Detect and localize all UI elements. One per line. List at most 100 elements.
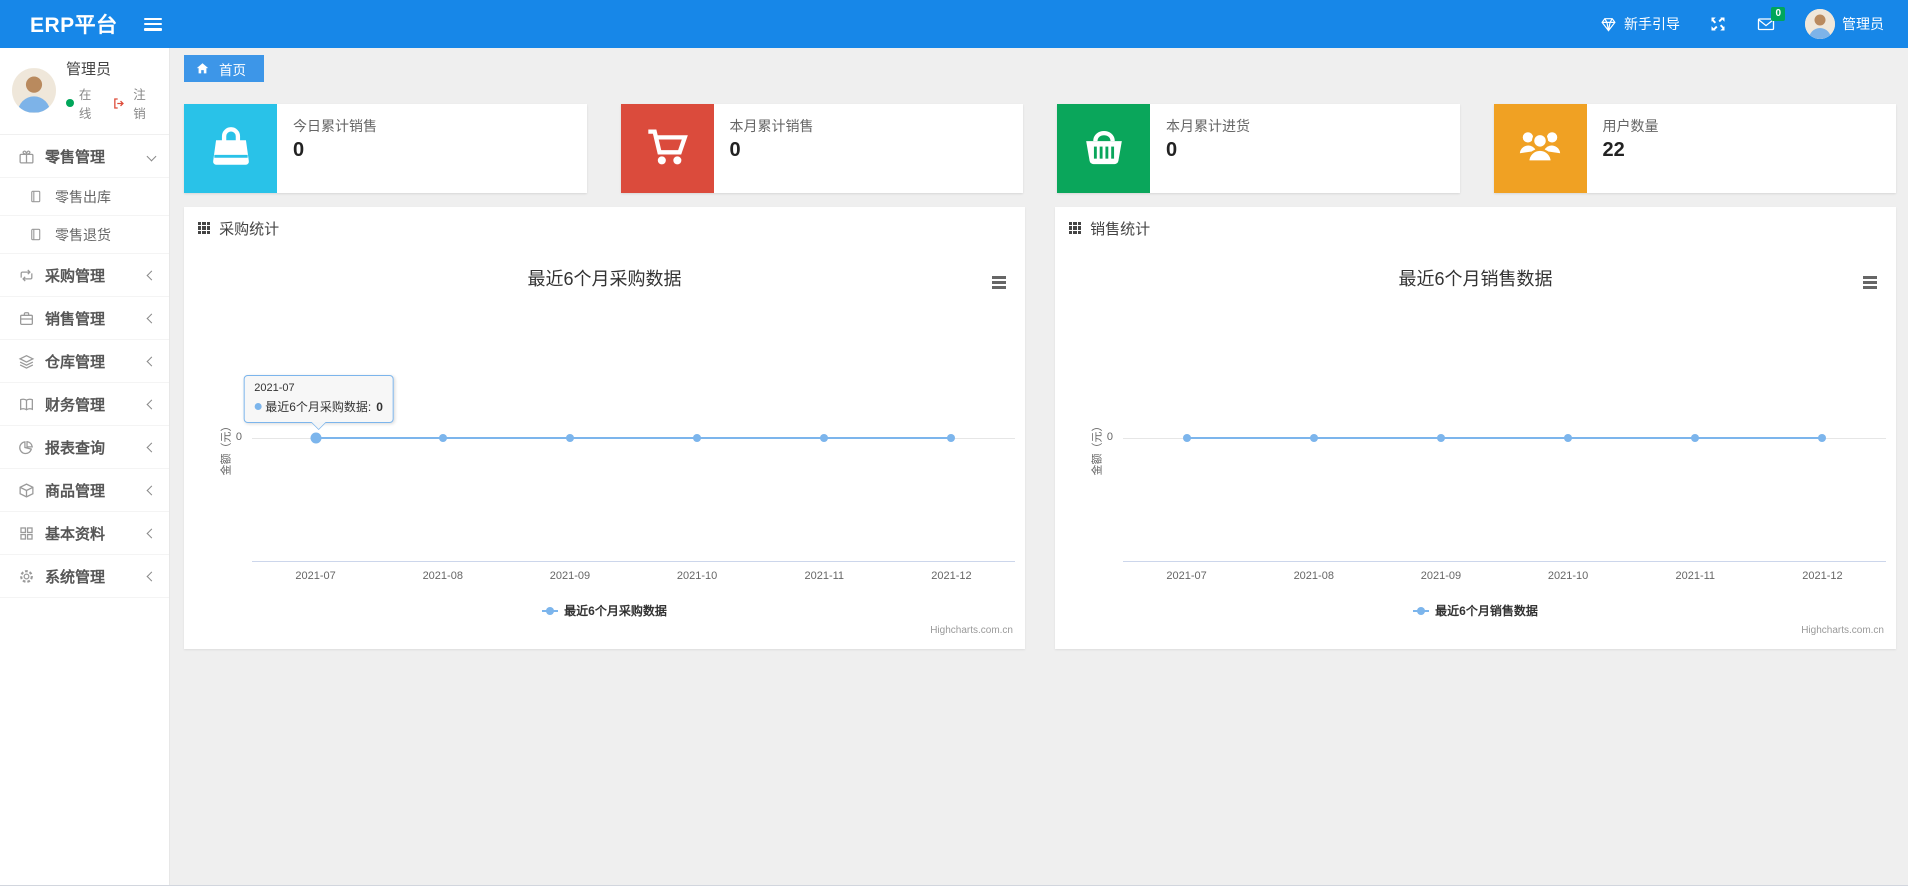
series-marker[interactable]	[947, 434, 956, 442]
gear-icon	[18, 568, 35, 585]
x-tick-label: 2021-09	[1420, 570, 1462, 582]
gift-icon	[18, 148, 35, 165]
y-axis-title: 金额（元）	[220, 420, 233, 476]
sidebar-item-label: 销售管理	[45, 310, 106, 328]
chart-context-menu-icon[interactable]	[1860, 273, 1880, 292]
x-tick-label: 2021-08	[1293, 570, 1334, 582]
x-tick-label: 2021-07	[295, 570, 336, 582]
chart-title: 最近6个月采购数据	[527, 269, 682, 289]
stat-value: 0	[1166, 139, 1178, 161]
shopping-bag-icon	[208, 123, 254, 174]
logout-icon	[112, 97, 129, 110]
series-marker[interactable]	[1564, 434, 1573, 442]
sidebar-item-label: 基本资料	[45, 525, 106, 543]
stat-label: 本月累计销售	[729, 118, 814, 134]
sales-stats-panel: 销售统计 最近6个月销售数据 金额（元） 0 2021-07 2021-08 202…	[1055, 207, 1896, 649]
series-marker[interactable]	[1436, 434, 1445, 442]
app-logo[interactable]: ERP平台	[0, 9, 144, 39]
logout-button[interactable]: 注销	[112, 84, 157, 122]
chart-tooltip: 2021-07 最近6个月采购数据: 0	[243, 375, 394, 430]
stat-card-today-sales[interactable]: 今日累计销售 0	[184, 104, 587, 193]
x-tick-label: 2021-10	[1547, 570, 1589, 582]
panel-title: 销售统计	[1090, 220, 1151, 238]
charts-row: 采购统计 最近6个月采购数据 金额（元） 0 2021-07 2021-08 202…	[184, 207, 1896, 649]
series-marker[interactable]	[565, 434, 574, 442]
series-marker[interactable]	[1182, 434, 1191, 442]
series-marker[interactable]	[1691, 434, 1700, 442]
chart-context-menu-icon[interactable]	[989, 273, 1009, 292]
sidebar-item-goods[interactable]: 商品管理	[0, 469, 169, 512]
chevron-left-icon	[146, 528, 157, 538]
purchase-stats-panel: 采购统计 最近6个月采购数据 金额（元） 0 2021-07 2021-08 202…	[184, 207, 1025, 649]
sidebar-item-system[interactable]: 系统管理	[0, 555, 169, 598]
tab-bar: 首页	[184, 55, 1896, 82]
sidebar-item-label: 零售管理	[45, 148, 106, 166]
sidebar-item-label: 仓库管理	[45, 353, 106, 371]
x-tick-label: 2021-12	[1802, 570, 1843, 582]
x-tick-label: 2021-09	[549, 570, 591, 582]
tab-home[interactable]: 首页	[184, 55, 264, 82]
legend-item[interactable]: 最近6个月采购数据	[184, 602, 1025, 619]
series-marker[interactable]	[820, 434, 829, 442]
legend-item[interactable]: 最近6个月销售数据	[1055, 602, 1896, 619]
sidebar-username: 管理员	[66, 61, 112, 78]
fullscreen-button[interactable]	[1710, 16, 1727, 32]
guide-label: 新手引导	[1624, 16, 1680, 32]
stat-card-month-purchase[interactable]: 本月累计进货 0	[1057, 104, 1460, 193]
x-tick-label: 2021-10	[676, 570, 718, 582]
x-axis-labels: 2021-07 2021-08 2021-09 2021-10 2021-11 2021-…	[1123, 570, 1886, 584]
highcharts-credits[interactable]: Highcharts.com.cn	[1801, 625, 1884, 636]
sidebar-menu: 零售管理 零售出库 零售退货 采购管理 销售管理 仓库管理 财务管理 报表查询 …	[0, 135, 169, 598]
sales-chart: 最近6个月销售数据 金额（元） 0 2021-07 2021-08 2021-09 2…	[1055, 249, 1896, 649]
sidebar-item-label: 零售出库	[55, 188, 111, 205]
series-marker[interactable]	[310, 432, 322, 444]
purchase-chart: 最近6个月采购数据 金额（元） 0 2021-07 2021-08 2021-09 2…	[184, 249, 1025, 649]
series-marker[interactable]	[438, 434, 447, 442]
series-marker[interactable]	[1309, 434, 1318, 442]
sidebar-item-purchase[interactable]: 采购管理	[0, 254, 169, 297]
x-tick-label: 2021-11	[1675, 570, 1716, 582]
sidebar-user-panel: 管理员 在线 注销	[0, 48, 169, 135]
series-marker[interactable]	[1818, 434, 1827, 442]
x-tick-label: 2021-11	[804, 570, 845, 582]
chevron-left-icon	[146, 270, 157, 280]
chevron-left-icon	[146, 356, 157, 366]
sidebar-item-retail[interactable]: 零售管理	[0, 135, 169, 178]
sidebar: 管理员 在线 注销 零售管理 零售出库 零售退货 采购管理 销售管理 仓库管理 …	[0, 48, 170, 885]
legend-label: 最近6个月销售数据	[1435, 604, 1538, 618]
sidebar-toggle-icon[interactable]	[143, 17, 162, 31]
highcharts-credits[interactable]: Highcharts.com.cn	[930, 625, 1013, 636]
series-line	[1186, 437, 1823, 439]
cart-icon	[644, 123, 690, 174]
plot-area: 0 2021-07 2021-08 2021-09 2021-10 2021-11 202…	[1107, 309, 1886, 582]
series-marker[interactable]	[693, 434, 702, 442]
user-menu[interactable]: 管理员	[1805, 9, 1884, 39]
stat-label: 本月累计进货	[1166, 118, 1250, 134]
tooltip-date: 2021-07	[254, 382, 295, 394]
sidebar-item-sales[interactable]: 销售管理	[0, 297, 169, 340]
sidebar-item-finance[interactable]: 财务管理	[0, 383, 169, 426]
layers-icon	[18, 353, 35, 370]
sidebar-item-warehouse[interactable]: 仓库管理	[0, 340, 169, 383]
page-footer	[0, 885, 1908, 889]
x-tick-label: 2021-08	[422, 570, 463, 582]
book-open-icon	[18, 396, 35, 413]
sidebar-item-basic-data[interactable]: 基本资料	[0, 512, 169, 555]
sidebar-item-retail-return[interactable]: 零售退货	[0, 216, 169, 254]
stat-card-month-sales[interactable]: 本月累计销售 0	[620, 104, 1023, 193]
sidebar-item-label: 采购管理	[45, 267, 106, 285]
tab-label: 首页	[219, 62, 246, 78]
sidebar-item-reports[interactable]: 报表查询	[0, 426, 169, 469]
username: 管理员	[1842, 16, 1884, 32]
th-grid-icon	[1069, 221, 1082, 235]
stat-label: 用户数量	[1602, 118, 1659, 134]
chart-title: 最近6个月销售数据	[1398, 269, 1553, 289]
guide-button[interactable]: 新手引导	[1600, 14, 1680, 34]
logout-label: 注销	[133, 88, 146, 121]
x-axis-line	[252, 561, 1015, 562]
series-line	[315, 437, 952, 439]
stat-card-user-count[interactable]: 用户数量 22	[1493, 104, 1896, 193]
messages-button[interactable]: 0	[1757, 7, 1785, 32]
sidebar-item-retail-outbound[interactable]: 零售出库	[0, 178, 169, 216]
stat-cards-row: 今日累计销售 0 本月累计销售 0 本月累计进货 0 用户数量 22	[184, 104, 1896, 193]
